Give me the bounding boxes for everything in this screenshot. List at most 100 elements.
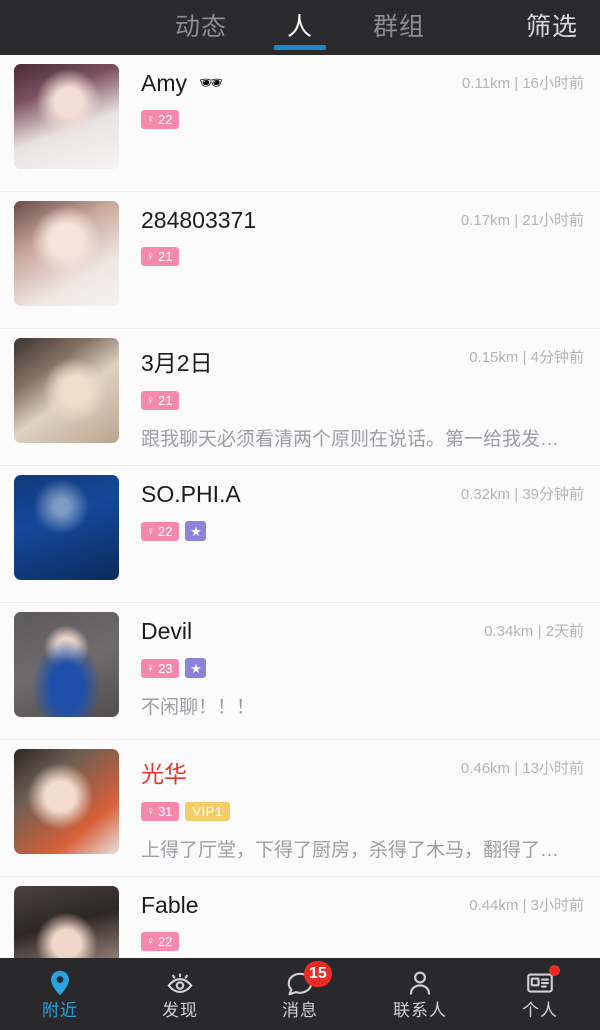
- avatar[interactable]: [14, 475, 119, 580]
- person-info: Devil 0.34km | 2天前 ♀ 23 ★ 不闲聊！！！: [119, 612, 584, 730]
- avatar-image: [14, 338, 119, 443]
- badge-group: ♀ 22 ★: [141, 521, 584, 541]
- top-header: 动态 人 群组 筛选: [0, 0, 600, 55]
- person-info: 3月2日 0.15km | 4分钟前 ♀ 21 跟我聊天必须看清两个原则在说话。第一给我…: [119, 338, 584, 456]
- person-name: SO.PHI.A: [141, 481, 241, 507]
- age-text: 22: [158, 112, 173, 127]
- person-list-item[interactable]: SO.PHI.A 0.32km | 39分钟前 ♀ 22 ★: [0, 466, 600, 603]
- female-icon: ♀: [146, 934, 155, 948]
- person-icon: [405, 968, 435, 998]
- chat-bubble-icon: 15: [285, 961, 332, 998]
- nav-item-person[interactable]: 联系人: [360, 958, 480, 1030]
- person-name: 284803371: [141, 207, 257, 233]
- distance-text: 0.15km: [469, 349, 519, 366]
- bottom-navigation: 附近 发现 15 消息 联系人 个人: [0, 958, 600, 1030]
- tab-groups[interactable]: 群组: [369, 0, 429, 55]
- avatar[interactable]: [14, 64, 119, 169]
- meta-separator: |: [522, 349, 527, 366]
- badge-group: ♀ 22: [141, 110, 584, 129]
- tab-label: 群组: [373, 13, 426, 41]
- person-list-item[interactable]: Fable 0.44km | 3小时前 ♀ 22: [0, 877, 600, 958]
- female-icon: ♀: [146, 523, 155, 538]
- distance-text: 0.44km: [469, 897, 519, 914]
- distance-text: 0.34km: [484, 623, 534, 640]
- distance-time: 0.11km | 16小时前: [462, 72, 584, 93]
- person-name: Devil: [141, 618, 193, 644]
- person-list-item[interactable]: Devil 0.34km | 2天前 ♀ 23 ★ 不闲聊！！！: [0, 603, 600, 740]
- badge-group: ♀ 22: [141, 932, 584, 951]
- avatar[interactable]: [14, 201, 119, 306]
- star-badge-icon: ★: [185, 521, 207, 541]
- distance-text: 0.11km: [461, 75, 511, 92]
- person-list-item[interactable]: 284803371 0.17km | 21小时前 ♀ 21: [0, 192, 600, 329]
- person-name: Fable: [141, 892, 199, 918]
- distance-time: 0.44km | 3小时前: [469, 894, 584, 915]
- person-name: Amy: [141, 70, 187, 96]
- person-info: SO.PHI.A 0.32km | 39分钟前 ♀ 22 ★: [119, 475, 584, 593]
- meta-separator: |: [514, 760, 519, 777]
- person-signature: 跟我聊天必须看清两个原则在说话。第一给我发个…: [141, 429, 561, 450]
- filter-button[interactable]: 筛选: [526, 0, 578, 55]
- distance-text: 0.32km: [460, 486, 511, 503]
- avatar-image: [14, 475, 119, 580]
- star-badge-icon: ★: [185, 658, 207, 678]
- time-text: 39分钟前: [522, 486, 584, 503]
- distance-time: 0.15km | 4分钟前: [469, 346, 584, 367]
- notification-dot: [549, 965, 560, 976]
- tab-moments[interactable]: 动态: [171, 0, 231, 55]
- nav-item-label: 个人: [522, 1001, 558, 1020]
- distance-time: 0.46km | 13小时前: [461, 757, 584, 778]
- vip-badge: VIP1: [185, 802, 230, 821]
- badge-group: ♀ 21: [141, 391, 584, 410]
- badge-group: ♀ 21: [141, 247, 584, 266]
- age-text: 21: [158, 393, 173, 408]
- person-info: Fable 0.44km | 3小时前 ♀ 22: [119, 886, 584, 958]
- time-text: 3小时前: [530, 897, 584, 914]
- people-list[interactable]: Amy 🕶 0.11km | 16小时前 ♀ 22 284803371 0.17km | 2…: [0, 55, 600, 958]
- nav-item-eye[interactable]: 发现: [120, 958, 240, 1030]
- avatar[interactable]: [14, 886, 119, 958]
- gender-age-badge: ♀ 22: [141, 932, 180, 951]
- distance-time: 0.32km | 39分钟前: [461, 483, 584, 504]
- gender-age-badge: ♀ 23: [141, 658, 180, 678]
- gender-age-badge: ♀ 21: [141, 391, 180, 410]
- nav-item-location-pin[interactable]: 附近: [0, 958, 120, 1030]
- female-icon: ♀: [146, 660, 155, 675]
- active-tab-indicator: [273, 45, 326, 50]
- avatar-image: [14, 201, 119, 306]
- avatar[interactable]: [14, 338, 119, 443]
- avatar[interactable]: [14, 612, 119, 717]
- tab-people[interactable]: 人: [273, 0, 326, 55]
- person-list-item[interactable]: 光华 0.46km | 13小时前 ♀ 31 VIP1 上得了厅堂，下得了厨房，杀得了木马…: [0, 740, 600, 877]
- meta-separator: |: [537, 623, 542, 640]
- sunglasses-icon: 🕶: [199, 73, 224, 94]
- distance-text: 0.46km: [460, 760, 511, 777]
- header-tabs: 动态 人 群组: [0, 0, 600, 55]
- person-list-item[interactable]: Amy 🕶 0.11km | 16小时前 ♀ 22: [0, 55, 600, 192]
- nav-item-label: 消息: [282, 1001, 318, 1020]
- gender-age-badge: ♀ 22: [141, 110, 180, 129]
- nav-item-chat-bubble[interactable]: 15 消息: [240, 958, 360, 1030]
- age-text: 21: [158, 249, 173, 264]
- tab-label: 人: [286, 13, 313, 41]
- unread-count-badge: 15: [304, 961, 332, 987]
- gender-age-badge: ♀ 31: [141, 802, 180, 821]
- avatar-image: [14, 64, 119, 169]
- age-text: 31: [158, 804, 173, 819]
- avatar-image: [14, 749, 119, 854]
- avatar-image: [14, 886, 119, 958]
- female-icon: ♀: [146, 249, 155, 263]
- person-name: 光华: [141, 761, 187, 787]
- age-text: 22: [158, 523, 173, 539]
- person-info: 284803371 0.17km | 21小时前 ♀ 21: [119, 201, 584, 319]
- avatar[interactable]: [14, 749, 119, 854]
- nav-item-id-card[interactable]: 个人: [480, 958, 600, 1030]
- female-icon: ♀: [146, 393, 155, 407]
- person-list-item[interactable]: 3月2日 0.15km | 4分钟前 ♀ 21 跟我聊天必须看清两个原则在说话。第一给我…: [0, 329, 600, 466]
- nav-item-label: 联系人: [393, 1001, 447, 1020]
- person-signature: 上得了厅堂，下得了厨房，杀得了木马，翻得了围…: [141, 840, 561, 861]
- nav-item-label: 发现: [162, 1001, 198, 1020]
- time-text: 13小时前: [522, 760, 584, 777]
- person-info: Amy 🕶 0.11km | 16小时前 ♀ 22: [119, 64, 584, 182]
- tab-label: 动态: [174, 13, 227, 41]
